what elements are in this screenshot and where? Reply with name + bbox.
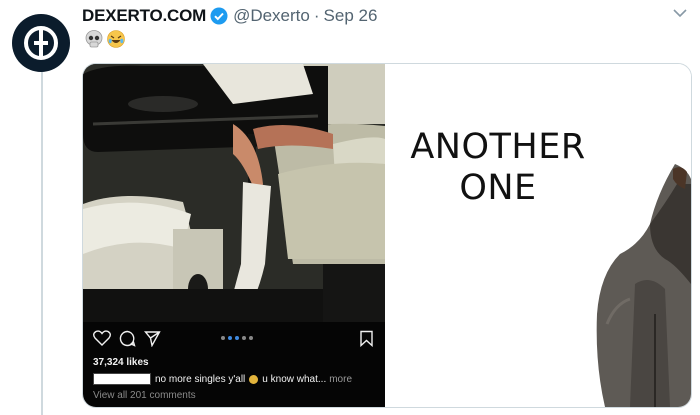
view-comments-link[interactable]: View all 201 comments — [93, 390, 196, 401]
thread-line — [41, 62, 43, 415]
caption-text: no more singles y'all — [155, 373, 246, 385]
likes-count: 37,324 likes — [93, 357, 149, 368]
share-icon[interactable] — [144, 330, 161, 347]
display-name[interactable]: DEXERTO.COM — [82, 6, 206, 26]
chevron-down-icon[interactable] — [672, 6, 688, 24]
carousel-dots — [221, 336, 253, 340]
caption-rest: u know what... — [262, 373, 327, 385]
rofl-emoji-icon — [106, 29, 126, 49]
redacted-username — [93, 373, 151, 385]
tweet-text — [84, 29, 126, 49]
avatar[interactable] — [12, 14, 70, 72]
skull-emoji-icon — [84, 29, 104, 49]
separator-dot: · — [313, 6, 320, 25]
heart-icon[interactable] — [93, 330, 111, 346]
meme-image[interactable]: ANOTHER ONE — [385, 64, 691, 407]
caption-emoji-icon — [249, 374, 259, 384]
tweet-header: DEXERTO.COM @Dexerto · Sep 26 — [82, 4, 377, 28]
meme-line-2: ONE — [459, 168, 537, 208]
comment-icon[interactable] — [119, 330, 136, 347]
more-link[interactable]: more — [329, 374, 352, 385]
tweet-date[interactable]: Sep 26 — [324, 6, 378, 26]
instagram-footer: 37,324 likes no more singles y'all u kno… — [83, 322, 385, 407]
verified-badge-icon — [210, 7, 228, 25]
post-caption: no more singles y'all u know what... mor… — [93, 373, 352, 385]
meme-text: ANOTHER ONE — [385, 127, 611, 209]
instagram-post-photo[interactable] — [83, 64, 385, 322]
dexerto-logo-icon — [24, 26, 58, 60]
meme-line-1: ANOTHER — [410, 127, 586, 167]
bookmark-icon[interactable] — [359, 330, 374, 347]
person-figure — [596, 164, 691, 407]
media-card[interactable]: 37,324 likes no more singles y'all u kno… — [82, 63, 692, 408]
handle[interactable]: @Dexerto — [233, 6, 310, 26]
